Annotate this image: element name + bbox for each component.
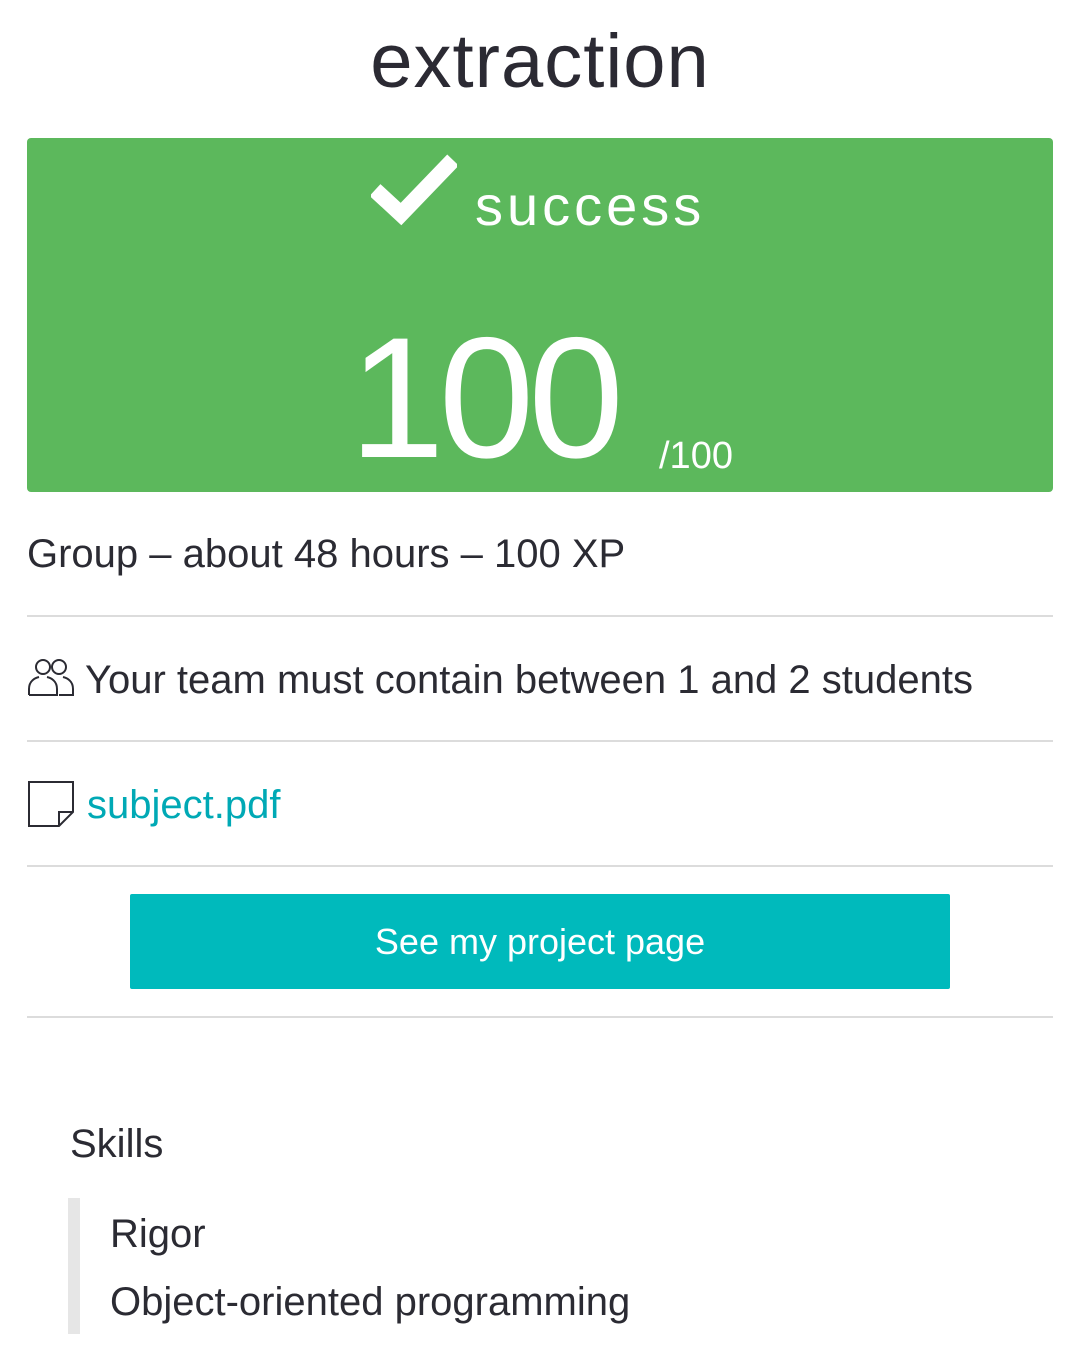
skills-list: Rigor Object-oriented programming [68,1198,780,1334]
project-meta: Group – about 48 hours – 100 XP [27,532,626,576]
status-label: success [475,174,706,237]
divider [27,615,1053,617]
project-title: extraction [370,19,710,104]
subject-pdf-link[interactable]: subject.pdf [87,783,280,827]
score-max: /100 [659,435,733,477]
checkmark-icon [369,150,459,226]
see-project-page-button[interactable]: See my project page [130,894,950,989]
team-requirement-text: Your team must contain between 1 and 2 s… [85,658,973,702]
divider [27,740,1053,742]
status-row: success [27,146,1053,246]
team-requirement: Your team must contain between 1 and 2 s… [27,656,1053,704]
skills-title: Skills [70,1122,164,1166]
document-icon [27,780,77,830]
divider [27,865,1053,867]
result-panel: success 100 /100 [27,138,1053,492]
score-value: 100 [349,302,624,494]
team-icon [27,657,75,697]
divider [27,1016,1053,1018]
subject-row: subject.pdf [27,780,1053,830]
skill-item: Rigor [110,1212,206,1256]
skill-item: Object-oriented programming [110,1280,631,1324]
